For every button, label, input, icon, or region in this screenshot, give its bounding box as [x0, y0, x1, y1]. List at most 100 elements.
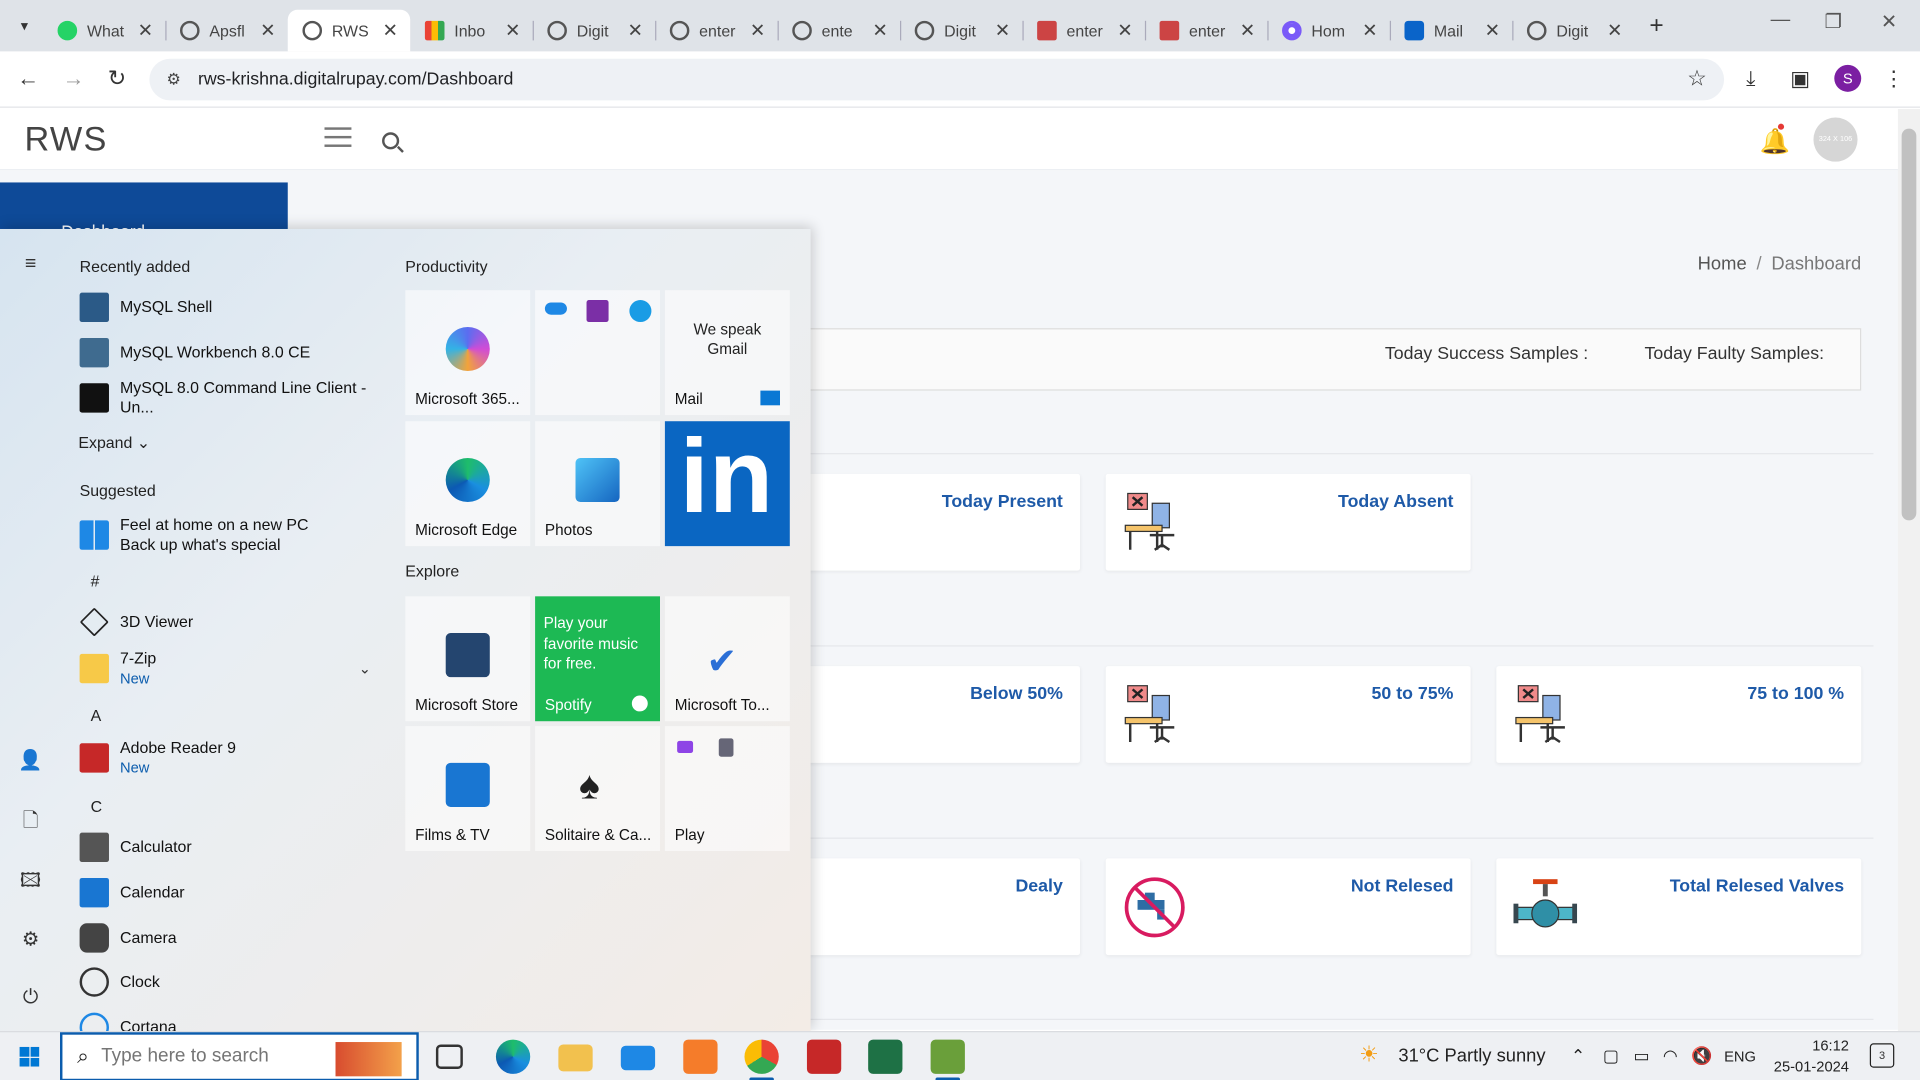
- app-camera[interactable]: Camera: [79, 920, 392, 957]
- weather-text[interactable]: 31°C Partly sunny: [1398, 1046, 1545, 1067]
- tab-item[interactable]: ente ✕: [777, 10, 900, 52]
- app-3d-viewer[interactable]: 3D Viewer: [79, 604, 392, 641]
- tab-item[interactable]: enter ✕: [655, 10, 777, 52]
- volume-muted-icon[interactable]: 🔇: [1691, 1046, 1712, 1067]
- tab-close-icon[interactable]: ✕: [627, 20, 642, 42]
- image-editor-icon[interactable]: [930, 1039, 965, 1080]
- language-indicator[interactable]: ENG: [1724, 1048, 1756, 1065]
- tab-item[interactable]: Digit ✕: [900, 10, 1022, 52]
- tile-microsoft-edge[interactable]: Microsoft Edge: [405, 421, 531, 547]
- tile-microsoft-todo[interactable]: ✔ Microsoft To...: [664, 596, 790, 722]
- app-mysql-workbench[interactable]: MySQL Workbench 8.0 CE: [79, 334, 392, 371]
- tile-photos[interactable]: Photos: [535, 421, 661, 547]
- card-50-to-75[interactable]: 50 to 75%: [1105, 666, 1471, 763]
- breadcrumb-home[interactable]: Home: [1698, 253, 1747, 274]
- filezilla-icon[interactable]: [806, 1039, 842, 1074]
- tab-close-icon[interactable]: ✕: [1607, 20, 1622, 42]
- suggested-item[interactable]: Feel at home on a new PC Back up what's s…: [79, 511, 392, 560]
- start-button[interactable]: [19, 1046, 40, 1067]
- tab-item[interactable]: enter ✕: [1022, 10, 1144, 52]
- new-tab-button[interactable]: +: [1649, 12, 1663, 40]
- battery-icon[interactable]: ▭: [1633, 1046, 1649, 1067]
- power-icon[interactable]: ⏻: [17, 987, 44, 1014]
- letter-header-hash[interactable]: #: [91, 572, 100, 590]
- app-mysql-shell[interactable]: MySQL Shell: [79, 289, 392, 326]
- tile-films-tv[interactable]: Films & TV: [405, 726, 531, 852]
- app-cortana[interactable]: Cortana: [79, 1009, 392, 1032]
- tile-linkedin[interactable]: in: [664, 418, 790, 547]
- pictures-icon[interactable]: 🖾: [17, 867, 44, 894]
- tile-office-apps[interactable]: [535, 290, 661, 416]
- tab-item[interactable]: Hom ✕: [1267, 10, 1389, 52]
- tab-item[interactable]: Digit ✕: [1512, 10, 1634, 52]
- card-75-to-100[interactable]: 75 to 100 %: [1496, 666, 1862, 763]
- site-info-icon[interactable]: ⚙: [167, 70, 181, 90]
- tab-search-icon[interactable]: ▾: [6, 7, 43, 44]
- tile-microsoft-365[interactable]: Microsoft 365...: [405, 290, 531, 416]
- page-scrollbar[interactable]: [1897, 108, 1920, 1032]
- app-calendar[interactable]: Calendar: [79, 874, 392, 911]
- tab-close-icon[interactable]: ✕: [260, 20, 275, 42]
- task-view-icon[interactable]: [435, 1044, 463, 1069]
- tab-close-icon[interactable]: ✕: [1117, 20, 1132, 42]
- forward-icon[interactable]: →: [62, 66, 84, 92]
- bookmark-star-icon[interactable]: ☆: [1687, 66, 1707, 92]
- clock[interactable]: 16:12 25-01-2024: [1753, 1036, 1849, 1078]
- hamburger-icon[interactable]: [324, 127, 352, 153]
- tab-close-icon[interactable]: ✕: [750, 20, 765, 42]
- tab-close-icon[interactable]: ✕: [505, 20, 520, 42]
- wifi-icon[interactable]: ◠: [1663, 1046, 1678, 1067]
- device-icon[interactable]: ▢: [1603, 1046, 1619, 1067]
- tab-item[interactable]: Mail ✕: [1389, 10, 1512, 52]
- start-hamburger-icon[interactable]: ≡: [17, 253, 44, 280]
- tile-microsoft-store[interactable]: Microsoft Store: [405, 596, 531, 722]
- scrollbar-thumb[interactable]: [1901, 128, 1917, 521]
- file-explorer-icon[interactable]: [558, 1044, 593, 1072]
- tab-close-icon[interactable]: ✕: [872, 20, 887, 42]
- excel-icon[interactable]: [868, 1039, 903, 1074]
- tab-close-icon[interactable]: ✕: [383, 20, 398, 42]
- letter-header-c[interactable]: C: [91, 797, 102, 815]
- edge-taskbar-icon[interactable]: [495, 1039, 531, 1074]
- app-7zip[interactable]: 7-Zip New ⌄: [79, 647, 392, 691]
- tab-close-icon[interactable]: ✕: [995, 20, 1010, 42]
- tile-play-folder[interactable]: Play: [664, 726, 790, 852]
- app-adobe-reader[interactable]: Adobe Reader 9 New: [79, 736, 392, 780]
- tab-close-icon[interactable]: ✕: [1362, 20, 1377, 42]
- tile-solitaire[interactable]: ♠ Solitaire & Ca...: [535, 726, 661, 852]
- expand-button[interactable]: Expand ⌄: [78, 433, 150, 453]
- mail-taskbar-icon[interactable]: [620, 1045, 656, 1071]
- weather-icon[interactable]: ☀: [1359, 1042, 1379, 1068]
- app-clock[interactable]: Clock: [79, 964, 392, 1001]
- tab-close-icon[interactable]: ✕: [1240, 20, 1255, 42]
- tab-item[interactable]: Digit ✕: [532, 10, 655, 52]
- user-avatar[interactable]: 324 X 106: [1813, 117, 1858, 162]
- chevron-up-icon[interactable]: ⌃: [1571, 1046, 1585, 1067]
- settings-gear-icon[interactable]: ⚙: [17, 927, 44, 954]
- app-calculator[interactable]: Calculator: [79, 829, 392, 866]
- restore-icon[interactable]: ❐: [1824, 10, 1842, 34]
- chevron-down-icon[interactable]: ⌄: [359, 660, 371, 677]
- tile-spotify[interactable]: Play your favorite music for free. Spoti…: [535, 596, 661, 722]
- tab-item[interactable]: What ✕: [43, 10, 165, 52]
- bell-icon[interactable]: 🔔: [1760, 126, 1790, 157]
- tab-item[interactable]: Apsfl ✕: [165, 10, 287, 52]
- card-total-relesed-valves[interactable]: Total Relesed Valves: [1496, 858, 1862, 956]
- card-not-relesed[interactable]: Not Relesed: [1105, 858, 1471, 956]
- letter-header-a[interactable]: A: [91, 707, 102, 725]
- reload-icon[interactable]: ↻: [108, 66, 126, 92]
- tile-mail[interactable]: We speak Gmail Mail: [664, 290, 790, 416]
- notification-center-icon[interactable]: 3: [1869, 1043, 1895, 1068]
- download-icon[interactable]: ⤓: [1746, 67, 1755, 91]
- minimize-icon[interactable]: —: [1771, 10, 1791, 32]
- profile-avatar[interactable]: S: [1834, 64, 1862, 92]
- account-icon[interactable]: 👤: [17, 748, 44, 775]
- tab-item[interactable]: Inbo ✕: [410, 10, 532, 52]
- card-today-absent[interactable]: Today Absent: [1105, 473, 1471, 571]
- search-icon[interactable]: [382, 132, 400, 150]
- tab-item[interactable]: enter ✕: [1144, 10, 1267, 52]
- address-bar[interactable]: ⚙ rws-krishna.digitalrupay.com/Dashboard…: [149, 58, 1725, 101]
- taskbar-search-input[interactable]: [101, 1045, 297, 1068]
- taskbar-search[interactable]: ⌕: [60, 1032, 419, 1080]
- documents-icon[interactable]: 🗋: [17, 807, 44, 834]
